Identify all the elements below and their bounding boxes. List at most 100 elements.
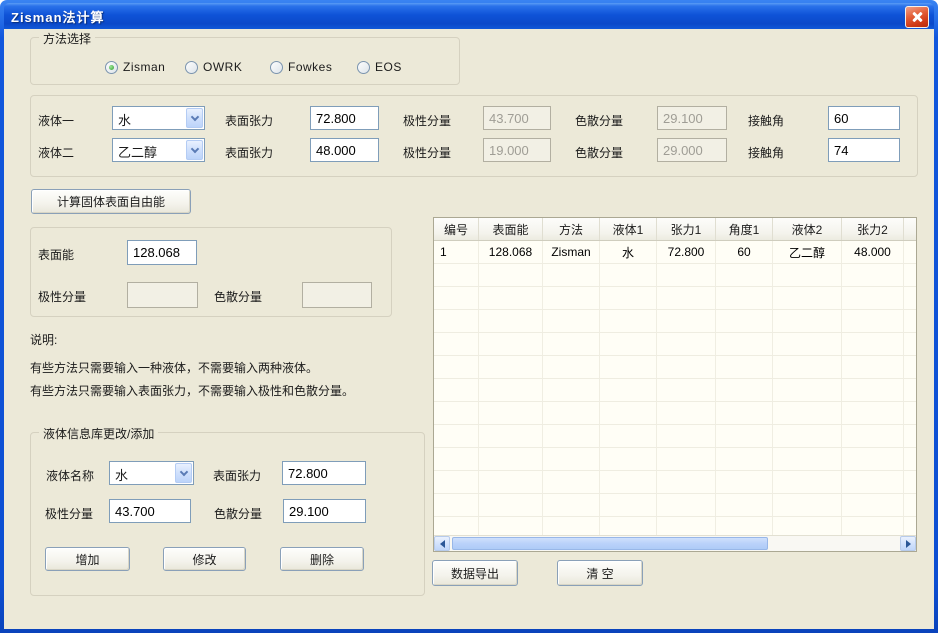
export-data-button[interactable]: 数据导出 [432,560,518,586]
db-liquid-combobox[interactable]: 水 [109,461,194,485]
table-row[interactable] [434,287,916,310]
table-row[interactable] [434,471,916,494]
table-cell [716,287,773,309]
radio-option-label: Fowkes [288,60,332,74]
table-cell [716,356,773,378]
table-row[interactable] [434,310,916,333]
radio-icon [357,61,370,74]
table-cell: Zisman [543,241,600,263]
table-cell [543,310,600,332]
db-polar-input[interactable] [109,499,191,523]
column-header[interactable]: 张力1 [657,218,716,240]
modify-button[interactable]: 修改 [163,547,246,571]
radio-option[interactable]: EOS [357,60,402,74]
table-cell [842,402,904,424]
db-name-label: 液体名称 [46,467,94,484]
radio-option[interactable]: OWRK [185,60,242,74]
scroll-track[interactable] [450,536,900,551]
liquid1-polar-input [483,106,551,130]
table-row[interactable] [434,379,916,402]
column-header[interactable]: 液体1 [600,218,657,240]
radio-option[interactable]: Zisman [105,60,165,74]
column-header[interactable]: 表面能 [479,218,543,240]
liquid1-tension-input[interactable] [310,106,379,130]
liquid1-dispersion-input [657,106,727,130]
result-polar-label: 极性分量 [38,288,86,305]
notes-line-2: 有些方法只需要输入表面张力，不需要输入极性和色散分量。 [30,382,354,399]
liquid1-combobox[interactable]: 水 [112,106,205,130]
table-cell [600,333,657,355]
table-cell [600,494,657,516]
table-cell [842,379,904,401]
table-cell [543,517,600,535]
radio-option[interactable]: Fowkes [270,60,332,74]
liquid2-combobox[interactable]: 乙二醇 [112,138,205,162]
add-button[interactable]: 增加 [45,547,130,571]
column-header[interactable]: 方法 [543,218,600,240]
delete-button[interactable]: 删除 [280,547,364,571]
table-cell [773,287,842,309]
table-row[interactable] [434,264,916,287]
table-row[interactable] [434,494,916,517]
table-cell: 60 [716,241,773,263]
table-cell [434,471,479,493]
chevron-down-icon[interactable] [186,108,203,128]
table-cell-filler [904,333,916,355]
column-header[interactable]: 张力2 [842,218,904,240]
table-cell [657,333,716,355]
table-cell [842,448,904,470]
db-tension-input[interactable] [282,461,366,485]
title-bar[interactable]: Zisman法计算 [4,3,934,29]
liquid2-polar-label: 极性分量 [403,144,451,161]
table-cell [773,471,842,493]
chevron-down-icon[interactable] [175,463,192,483]
table-body[interactable]: 1128.068Zisman水72.80060乙二醇48.000 [434,241,916,535]
table-cell [657,494,716,516]
table-row[interactable] [434,425,916,448]
liquid2-angle-input[interactable] [828,138,900,162]
table-cell [842,264,904,286]
table-cell [773,402,842,424]
column-header[interactable]: 液体2 [773,218,842,240]
clear-button[interactable]: 清 空 [557,560,643,586]
table-row[interactable] [434,517,916,535]
surface-energy-input[interactable] [127,240,197,265]
results-table[interactable]: 编号表面能方法液体1张力1角度1液体2张力2 1128.068Zisman水72… [433,217,917,552]
liquid2-tension-input[interactable] [310,138,379,162]
table-cell [434,425,479,447]
table-cell [434,310,479,332]
scroll-right-button[interactable] [900,536,916,551]
table-cell [773,333,842,355]
method-group-label: 方法选择 [39,30,95,47]
table-row[interactable] [434,356,916,379]
horizontal-scrollbar[interactable] [434,535,916,551]
liquid2-label: 液体二 [38,144,74,161]
table-cell [434,448,479,470]
result-dispersion-input [302,282,372,308]
table-cell [842,310,904,332]
table-cell [773,310,842,332]
radio-icon [270,61,283,74]
table-cell [657,356,716,378]
column-header[interactable]: 角度1 [716,218,773,240]
table-row[interactable]: 1128.068Zisman水72.80060乙二醇48.000 [434,241,916,264]
liquid1-polar-label: 极性分量 [403,112,451,129]
table-row[interactable] [434,402,916,425]
table-row[interactable] [434,333,916,356]
liquid1-angle-input[interactable] [828,106,900,130]
scroll-thumb[interactable] [452,537,768,550]
chevron-down-icon[interactable] [186,140,203,160]
table-cell [773,448,842,470]
scroll-left-button[interactable] [434,536,450,551]
table-cell [479,425,543,447]
result-dispersion-label: 色散分量 [214,288,262,305]
table-row[interactable] [434,448,916,471]
db-dispersion-input[interactable] [283,499,366,523]
table-cell [600,310,657,332]
liquid1-combobox-value: 水 [113,107,185,129]
table-cell: 128.068 [479,241,543,263]
close-button[interactable] [905,6,929,28]
calculate-surface-energy-button[interactable]: 计算固体表面自由能 [31,189,191,214]
column-header[interactable]: 编号 [434,218,479,240]
table-cell [842,425,904,447]
